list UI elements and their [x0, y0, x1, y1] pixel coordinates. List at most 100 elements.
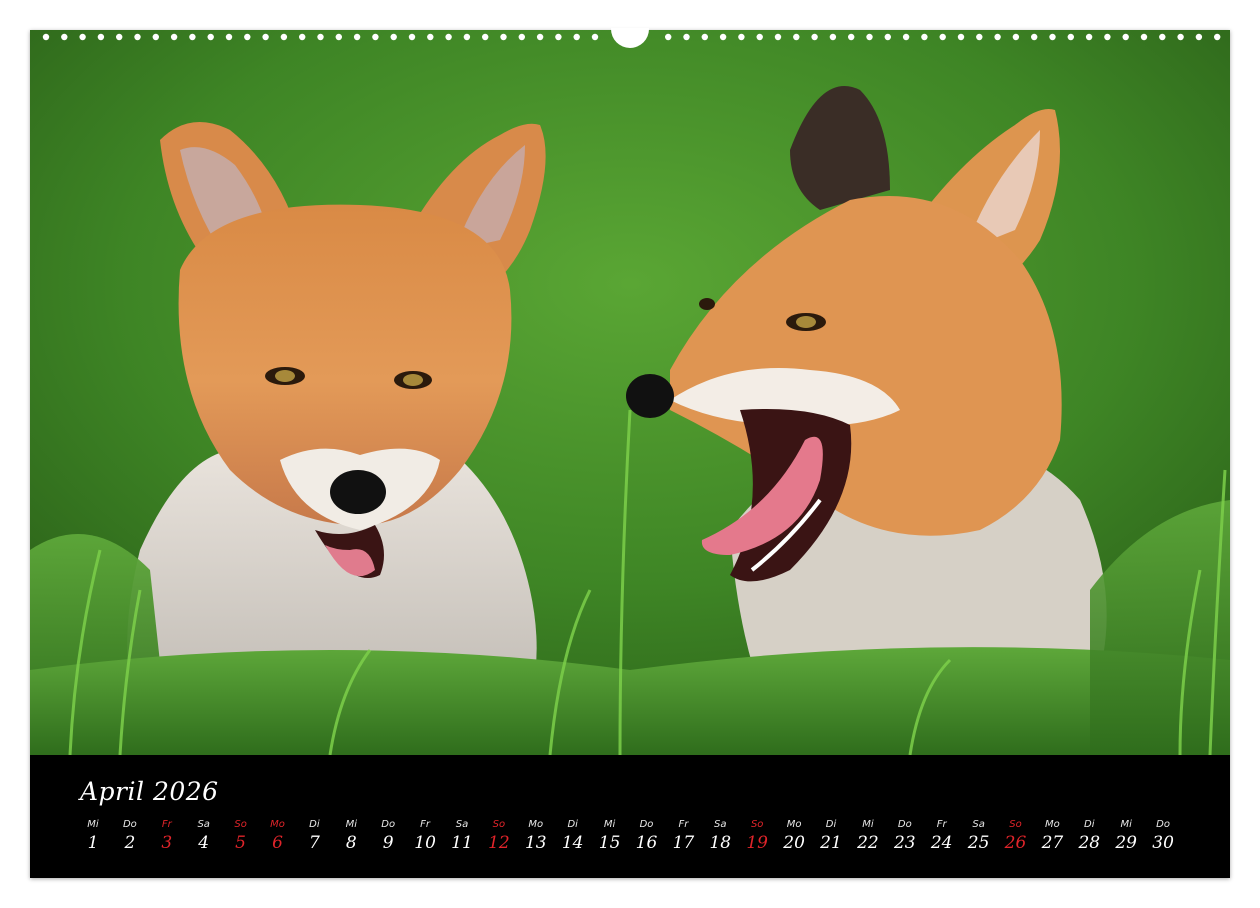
- spiral-hole: [902, 33, 910, 41]
- day-cell: Do 16: [629, 819, 665, 855]
- weekday-label: Mo: [270, 819, 285, 830]
- day-number: 5: [235, 833, 246, 853]
- day-cell: Mo 13: [518, 819, 554, 855]
- spiral-hole: [1195, 33, 1203, 41]
- weekday-label: Di: [309, 819, 320, 830]
- day-number: 17: [672, 833, 695, 853]
- day-cell: Fr 24: [924, 819, 960, 855]
- weekday-label: Fr: [678, 819, 689, 830]
- spiral-hole: [793, 33, 800, 41]
- spiral-hole: [536, 33, 544, 41]
- day-number: 26: [1004, 833, 1027, 853]
- spiral-hole: [244, 33, 251, 41]
- spiral-hole: [555, 33, 562, 41]
- day-cell: Mi 1: [75, 819, 111, 855]
- weekday-label: So: [750, 819, 764, 830]
- day-cell: Fr 3: [149, 819, 185, 855]
- day-cell: Fr 17: [665, 819, 701, 855]
- spiral-hole: [317, 33, 324, 41]
- weekday-label: Do: [897, 819, 912, 830]
- spiral-hole: [225, 33, 233, 41]
- day-number: 22: [857, 833, 879, 853]
- spiral-hole: [335, 33, 342, 41]
- spiral-hole: [116, 33, 123, 41]
- day-number: 15: [598, 833, 621, 853]
- spiral-hole: [427, 33, 434, 41]
- day-number: 30: [1152, 833, 1174, 853]
- spiral-hole: [299, 33, 306, 41]
- spiral-hole: [957, 33, 965, 41]
- weekday-label: Mi: [862, 819, 874, 830]
- spiral-hole: [1012, 33, 1020, 41]
- spiral-hole: [207, 33, 214, 41]
- day-row: Mi 1 Do 2 Fr 3 Sa 4 So 5 Mo 6 Di 7 Mi 8 Do 9 Fr 10 Sa 11 So 12 M…: [75, 819, 1195, 869]
- spiral-hole: [774, 33, 782, 41]
- spiral-hole: [463, 33, 471, 41]
- weekday-label: Mi: [87, 819, 99, 830]
- fox-cubs-photo: [30, 30, 1230, 755]
- spiral-hole: [280, 33, 288, 41]
- spiral-hole: [1049, 33, 1056, 41]
- weekday-label: Sa: [455, 819, 469, 830]
- day-cell: Di 14: [555, 819, 591, 855]
- calendar-page: April 2026 Mi 1 Do 2 Fr 3 Sa 4 So 5 Mo 6 Di 7 Mi 8 Do 9 Fr…: [30, 28, 1230, 878]
- spiral-hole: [994, 33, 1001, 41]
- spiral-hole: [683, 33, 690, 41]
- day-cell: Mi 29: [1108, 819, 1144, 855]
- weekday-label: So: [1009, 819, 1022, 830]
- spiral-hole: [1140, 33, 1148, 41]
- day-number: 18: [709, 833, 732, 853]
- spiral-hole: [719, 33, 727, 41]
- day-number: 8: [345, 833, 357, 853]
- weekday-label: Mo: [786, 819, 802, 830]
- day-number: 10: [414, 833, 436, 853]
- weekday-label: Fr: [936, 819, 947, 830]
- weekday-label: Sa: [972, 819, 985, 830]
- weekday-label: Di: [567, 819, 578, 830]
- spiral-hole: [884, 33, 891, 41]
- spiral-hole: [665, 33, 672, 41]
- weekday-label: Fr: [161, 819, 172, 830]
- spiral-hole: [42, 33, 50, 41]
- day-cell: Mo 6: [260, 819, 296, 855]
- day-number: 20: [783, 833, 805, 853]
- spiral-hole: [1067, 33, 1075, 41]
- calendar-strip: April 2026 Mi 1 Do 2 Fr 3 Sa 4 So 5 Mo 6 Di 7 Mi 8 Do 9 Fr…: [30, 755, 1230, 878]
- spiral-hole: [1085, 33, 1093, 41]
- spiral-hole: [591, 33, 599, 41]
- day-number: 2: [124, 833, 136, 853]
- spiral-hole: [1122, 33, 1129, 41]
- spiral-hole: [262, 33, 269, 41]
- weekday-label: Di: [1084, 819, 1095, 830]
- month-title: April 2026: [80, 777, 219, 806]
- day-cell: Mi 22: [850, 819, 886, 855]
- spiral-hole: [445, 33, 452, 41]
- spiral-hole: [134, 33, 141, 41]
- weekday-label: Do: [122, 819, 137, 830]
- day-cell: Mi 8: [333, 819, 369, 855]
- day-cell: Mi 15: [592, 819, 628, 855]
- spiral-hole: [518, 33, 525, 41]
- day-number: 12: [488, 833, 510, 853]
- weekday-label: Di: [825, 819, 837, 830]
- spiral-hole: [939, 33, 946, 41]
- weekday-label: Mi: [603, 819, 616, 830]
- spiral-hole: [756, 33, 763, 41]
- day-cell: Di 7: [296, 819, 332, 855]
- weekday-label: So: [492, 819, 506, 830]
- day-number: 16: [635, 833, 658, 853]
- day-number: 28: [1078, 833, 1101, 853]
- day-number: 25: [967, 833, 990, 853]
- spiral-hole: [1177, 33, 1184, 41]
- spiral-hole: [390, 33, 397, 41]
- weekday-label: Mo: [1045, 819, 1060, 830]
- day-cell: Sa 11: [444, 819, 480, 855]
- day-cell: Mo 27: [1034, 819, 1070, 855]
- day-cell: Sa 4: [186, 819, 222, 855]
- spiral-hole: [573, 33, 580, 41]
- spiral-hole: [811, 33, 818, 41]
- spiral-hole: [829, 33, 837, 41]
- spiral-hole: [482, 33, 489, 41]
- spiral-hole: [353, 33, 361, 41]
- spiral-hole: [866, 33, 873, 41]
